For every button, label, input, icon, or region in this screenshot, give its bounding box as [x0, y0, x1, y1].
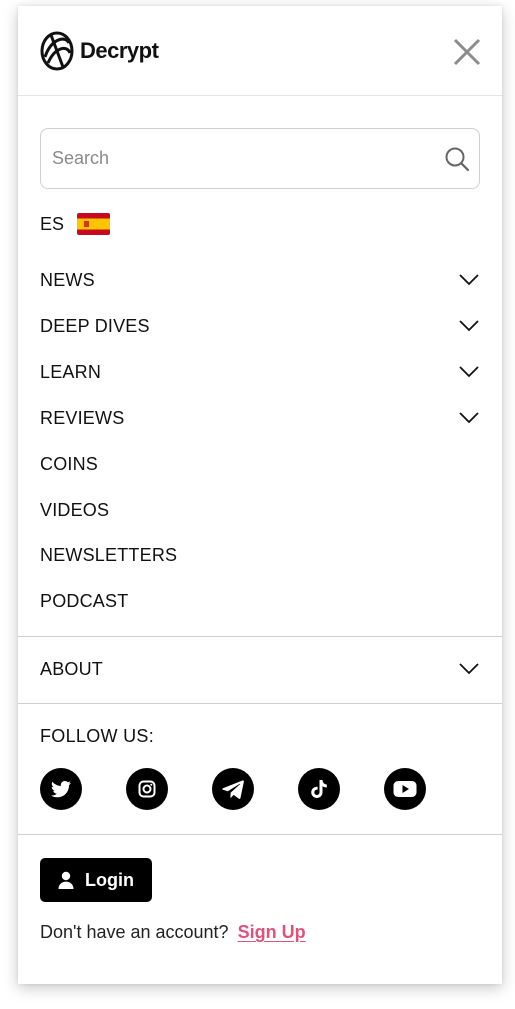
divider [18, 636, 502, 637]
search-icon[interactable] [444, 146, 470, 172]
chevron-down-icon [459, 366, 479, 378]
user-icon [58, 871, 74, 889]
signup-link[interactable]: Sign Up [238, 922, 306, 942]
follow-us-label: FOLLOW US: [40, 726, 155, 746]
divider [18, 834, 502, 835]
telegram-link[interactable] [212, 768, 254, 810]
nav-item-about[interactable]: ABOUT [40, 654, 480, 684]
nav-item-label: PODCAST [40, 590, 129, 611]
search-box [40, 128, 480, 189]
tiktok-icon [311, 780, 327, 798]
twitter-link[interactable] [40, 768, 82, 810]
social-links [40, 768, 426, 810]
nav-item-label: NEWS [40, 269, 95, 290]
nav-item-label: NEWSLETTERS [40, 544, 178, 565]
nav-item-coins[interactable]: COINS [40, 449, 480, 479]
telegram-icon [222, 780, 244, 799]
brand-name: Decrypt [80, 38, 159, 63]
tiktok-link[interactable] [298, 768, 340, 810]
nav-item-label: DEEP DIVES [40, 315, 150, 336]
spain-flag-icon [77, 213, 111, 235]
instagram-icon [138, 780, 156, 798]
search-input[interactable] [41, 129, 431, 187]
nav-item-newsletters[interactable]: NEWSLETTERS [40, 540, 480, 570]
twitter-icon [51, 781, 71, 798]
login-button[interactable]: Login [40, 858, 152, 902]
language-code: ES [40, 213, 65, 234]
language-selector[interactable]: ES [40, 213, 111, 235]
nav-item-news[interactable]: NEWS [40, 265, 480, 295]
nav-item-label: LEARN [40, 361, 102, 382]
decrypt-logo[interactable]: Decrypt [39, 29, 159, 73]
signup-prompt-line: Don't have an account? Sign Up [40, 922, 306, 943]
chevron-down-icon [459, 274, 479, 286]
instagram-link[interactable] [126, 768, 168, 810]
nav-item-reviews[interactable]: REVIEWS [40, 403, 480, 433]
nav-item-label: VIDEOS [40, 499, 110, 520]
chevron-down-icon [459, 412, 479, 424]
close-icon[interactable] [452, 37, 482, 67]
youtube-icon [393, 781, 417, 797]
nav-item-videos[interactable]: VIDEOS [40, 495, 480, 525]
menu-header: Decrypt [18, 6, 502, 96]
nav-item-podcast[interactable]: PODCAST [40, 586, 480, 616]
nav-item-label: ABOUT [40, 658, 104, 679]
nav-item-learn[interactable]: LEARN [40, 357, 480, 387]
divider [18, 703, 502, 704]
signup-prompt: Don't have an account? [40, 922, 229, 942]
nav-item-label: COINS [40, 453, 99, 474]
login-label: Login [85, 869, 134, 890]
mobile-menu-panel: Decrypt ES NEWS DEEP DIVES LEARN REVI [18, 6, 502, 984]
youtube-link[interactable] [384, 768, 426, 810]
nav-item-deep-dives[interactable]: DEEP DIVES [40, 311, 480, 341]
nav-item-label: REVIEWS [40, 407, 125, 428]
decrypt-logo-icon [40, 31, 74, 71]
chevron-down-icon [459, 320, 479, 332]
chevron-down-icon [459, 663, 479, 675]
